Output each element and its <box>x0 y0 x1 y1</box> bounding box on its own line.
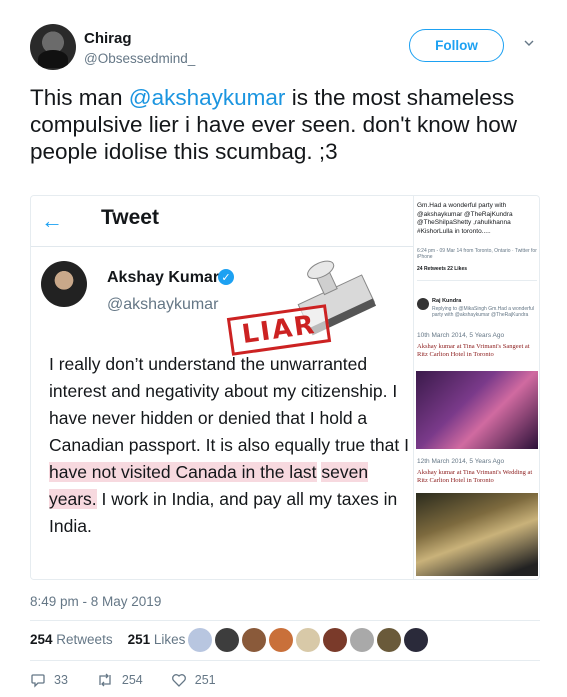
like-count: 251 <box>194 673 216 687</box>
side-tweet-stats: 24 Retweets 22 Likes <box>417 266 468 272</box>
retweets-count[interactable]: 254 <box>30 632 53 647</box>
retweet-count: 254 <box>121 673 143 687</box>
follow-button[interactable]: Follow <box>409 29 504 62</box>
liar-stamp: LIAR <box>226 304 332 356</box>
mention-link[interactable]: @akshaykumar <box>129 85 286 110</box>
side-date-2: 12th March 2014, 5 Years Ago <box>417 458 505 465</box>
liker-avatar[interactable] <box>269 628 293 652</box>
side-tweet-meta: 6:24 pm - 09 Mar 14 from Toronto, Ontari… <box>417 248 537 260</box>
liker-avatar[interactable] <box>404 628 428 652</box>
divider <box>30 620 540 621</box>
highlighted-text-1: have not visited Canada in the last <box>49 462 317 482</box>
quoted-tweet-body: I really don’t understand the unwarrante… <box>49 351 409 540</box>
author-display-name[interactable]: Chirag <box>84 30 132 47</box>
heart-icon <box>171 674 186 687</box>
retweet-button[interactable]: 254 <box>96 672 143 688</box>
side-headline-2: Akshay kumar at Tina Vrimani's Wedding a… <box>417 469 533 484</box>
reply-count: 33 <box>54 673 68 687</box>
quoted-handle: @akshaykumar <box>107 296 219 313</box>
party-photo-1 <box>416 371 538 449</box>
body-text-1: I really don’t understand the unwarrante… <box>49 354 409 455</box>
phone-screenshot: ← Tweet Akshay Kumar ✓ @akshaykumar LIAR… <box>31 196 413 579</box>
liker-avatar[interactable] <box>350 628 374 652</box>
tweet-media[interactable]: ← Tweet Akshay Kumar ✓ @akshaykumar LIAR… <box>30 195 540 580</box>
like-button[interactable]: 251 <box>171 672 216 688</box>
tweet-stats: 254 Retweets 251 Likes <box>30 632 185 647</box>
author-avatar[interactable] <box>30 24 76 70</box>
author-handle[interactable]: @Obsessedmind_ <box>84 51 195 66</box>
tweet-text-start: This man <box>30 85 129 110</box>
action-bar: 33 254 251 <box>30 672 244 688</box>
divider <box>30 660 540 661</box>
likes-label[interactable]: Likes <box>154 632 186 647</box>
screen-title: Tweet <box>101 206 159 229</box>
tweet-text: This man @akshaykumar is the most shamel… <box>30 84 550 165</box>
quoted-avatar <box>41 261 87 307</box>
party-photo-2 <box>416 493 538 576</box>
liker-avatar[interactable] <box>377 628 401 652</box>
liker-avatar[interactable] <box>215 628 239 652</box>
divider <box>417 280 537 281</box>
liker-avatar[interactable] <box>242 628 266 652</box>
verified-badge-icon: ✓ <box>218 269 234 285</box>
liker-avatar[interactable] <box>323 628 347 652</box>
chevron-down-icon[interactable] <box>524 38 534 48</box>
reply-button[interactable]: 33 <box>30 672 68 688</box>
reply-author: Raj Kundra <box>432 298 462 304</box>
side-tweet-text: Gm.Had a wonderful party with @akshaykum… <box>417 202 513 235</box>
likes-count[interactable]: 251 <box>128 632 151 647</box>
reply-icon <box>31 674 45 688</box>
tweet-timestamp[interactable]: 8:49 pm - 8 May 2019 <box>30 594 161 609</box>
liker-avatar[interactable] <box>296 628 320 652</box>
liker-avatar[interactable] <box>188 628 212 652</box>
side-screenshot: Gm.Had a wonderful party with @akshaykum… <box>413 196 539 579</box>
reply-text: Replying to @MikaSingh Gm.Had a wonderfu… <box>432 306 535 318</box>
quoted-display-name: Akshay Kumar <box>107 269 220 286</box>
body-text-2: I work in India, and pay all my taxes in… <box>49 489 398 536</box>
back-arrow-icon: ← <box>41 208 63 233</box>
divider <box>31 246 413 247</box>
side-headline-1: Akshay kumar at Tina Vrimani's Sangeet a… <box>417 343 530 358</box>
retweet-icon <box>99 673 111 687</box>
likers-avatars[interactable] <box>188 628 428 652</box>
retweets-label[interactable]: Retweets <box>56 632 112 647</box>
side-date-1: 10th March 2014, 5 Years Ago <box>417 332 505 339</box>
reply-avatar <box>417 298 429 310</box>
